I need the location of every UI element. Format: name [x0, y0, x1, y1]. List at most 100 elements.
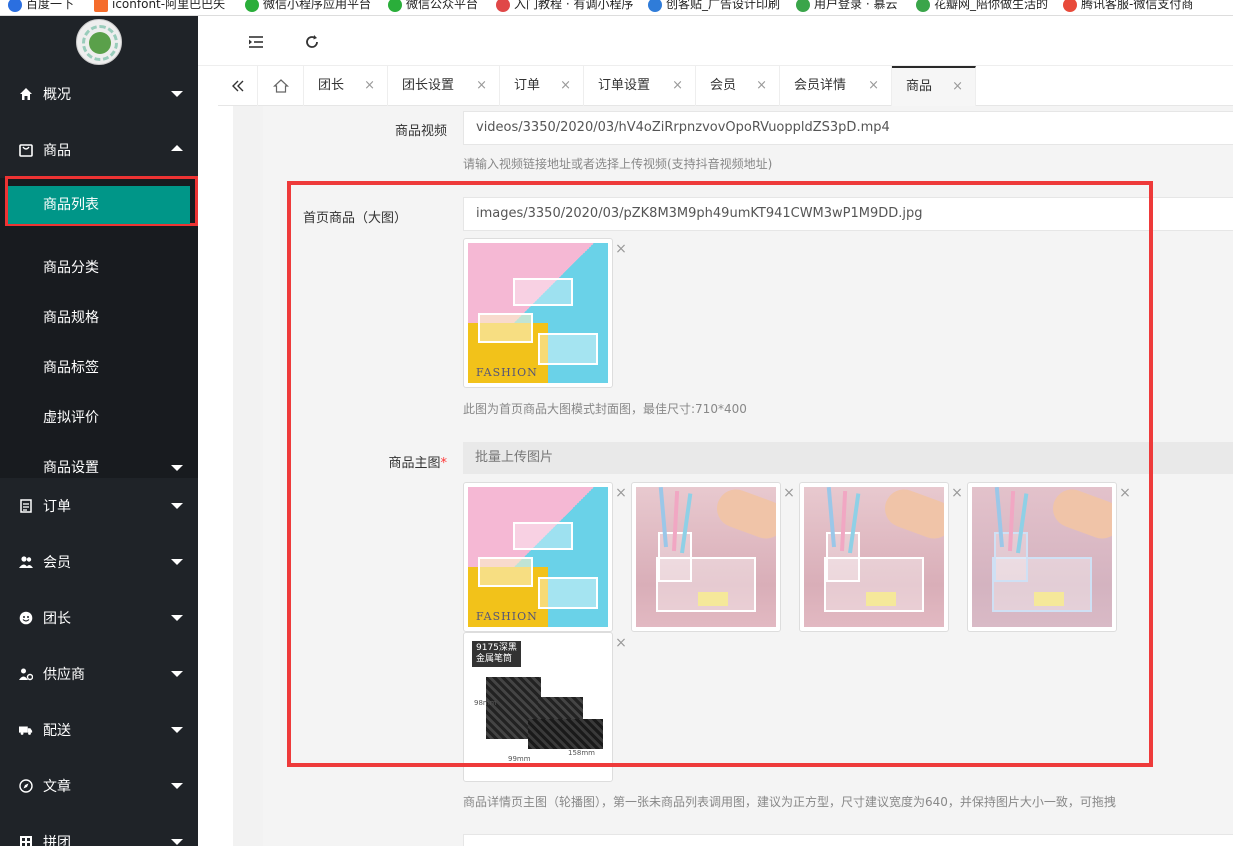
chevron-down-icon — [171, 559, 183, 565]
cover-url-input[interactable]: images/3350/2020/03/pZK8M3M9ph49umKT941C… — [463, 197, 1233, 231]
dimension-label: 98mm — [474, 699, 497, 707]
goods-icon — [19, 143, 33, 157]
content-area: 商品视频 videos/3350/2020/03/hV4oZiRrpnzvovO… — [233, 106, 1233, 846]
cover-image-thumb[interactable]: FASHION — [463, 238, 613, 388]
image-text: FASHION — [476, 366, 538, 379]
remove-image-icon[interactable]: × — [615, 636, 627, 650]
home-tab-icon[interactable] — [258, 66, 304, 106]
remove-image-icon[interactable]: × — [951, 486, 963, 500]
logo[interactable] — [76, 19, 122, 65]
product-image — [636, 487, 776, 627]
delivery-icon — [19, 723, 33, 737]
chevron-down-icon — [171, 465, 183, 471]
menu-item-group[interactable]: 拼团 — [0, 814, 198, 846]
cover-hint: 此图为首页商品大图模式封面图，最佳尺寸:710*400 — [463, 402, 747, 416]
menu-item-goods[interactable]: 商品 — [0, 122, 198, 178]
close-icon[interactable]: × — [560, 66, 571, 106]
bookmark-item[interactable]: 微信小程序应用平台 — [245, 0, 371, 14]
bookmark-item[interactable]: iconfont-阿里巴巴矢 — [94, 0, 225, 14]
chevron-down-icon — [171, 671, 183, 677]
remove-image-icon[interactable]: × — [615, 242, 627, 256]
video-hint: 请输入视频链接地址或者选择上传视频(支持抖音视频地址) — [463, 157, 773, 171]
remove-image-icon[interactable]: × — [615, 486, 627, 500]
menu-label: 商品 — [43, 143, 71, 159]
chevron-up-icon — [171, 145, 183, 151]
goods-form: 商品视频 videos/3350/2020/03/hV4oZiRrpnzvovO… — [263, 106, 1233, 846]
close-icon[interactable]: × — [476, 66, 487, 106]
menu-item-delivery[interactable]: 配送 — [0, 702, 198, 758]
submenu-virtual-review[interactable]: 虚拟评价 — [0, 393, 198, 443]
bookmark-item[interactable]: 腾讯客服-微信支付商 — [1063, 0, 1193, 14]
tab-member[interactable]: 会员 × — [696, 66, 780, 106]
refresh-icon[interactable] — [302, 32, 322, 52]
main-image-thumb[interactable] — [799, 482, 949, 632]
tab-order-settings[interactable]: 订单设置 × — [584, 66, 696, 106]
bookmark-item[interactable]: 用户登录 · 慕云 — [796, 0, 897, 14]
submenu-goods-spec[interactable]: 商品规格 — [0, 293, 198, 343]
remove-image-icon[interactable]: × — [1119, 486, 1131, 500]
menu-item-supplier[interactable]: 供应商 — [0, 646, 198, 702]
dimension-label: 99mm — [508, 755, 531, 763]
bookmark-item[interactable]: 花瓣网_陪你做生活的 — [916, 0, 1048, 14]
home-icon — [19, 87, 33, 101]
member-icon — [19, 555, 33, 569]
main-image-hint: 商品详情页主图（轮播图），第一张未商品列表调用图，建议为正方型，尺寸建议宽度为6… — [463, 795, 1116, 809]
chevron-down-icon — [171, 783, 183, 789]
dimension-label: 158mm — [568, 749, 595, 757]
tab-leader[interactable]: 团长 × — [304, 66, 388, 106]
main-image-label: 商品主图* — [388, 456, 448, 471]
menu-label: 团长 — [43, 611, 71, 627]
submenu-goods-list[interactable]: 商品列表 — [8, 186, 190, 224]
menu-item-overview[interactable]: 概况 — [0, 66, 198, 122]
top-bar — [198, 16, 1233, 66]
tab-leader-settings[interactable]: 团长设置 × — [388, 66, 500, 106]
close-icon[interactable]: × — [756, 66, 767, 106]
menu-item-member[interactable]: 会员 — [0, 534, 198, 590]
main-image-thumb[interactable]: 9175深黑 金属笔筒 98mm 99mm 158mm — [463, 632, 613, 782]
menu-label: 供应商 — [43, 667, 85, 683]
image-tag: 9175深黑 金属笔筒 — [472, 641, 521, 667]
chevron-down-icon — [171, 727, 183, 733]
logo-area — [0, 16, 198, 68]
product-image — [972, 487, 1112, 627]
leader-icon — [19, 611, 33, 625]
bookmark-item[interactable]: 创客贴_广告设计印刷 — [648, 0, 780, 14]
close-icon[interactable]: × — [364, 66, 375, 106]
menu-item-article[interactable]: 文章 — [0, 758, 198, 814]
chevron-down-icon — [171, 503, 183, 509]
close-icon[interactable]: × — [672, 66, 683, 106]
close-icon[interactable]: × — [952, 68, 963, 106]
remove-image-icon[interactable]: × — [783, 486, 795, 500]
bookmark-item[interactable]: 百度一下 — [8, 0, 74, 14]
menu-label: 会员 — [43, 555, 71, 571]
chevron-down-icon — [171, 615, 183, 621]
submenu-goods-category[interactable]: 商品分类 — [0, 243, 198, 293]
main-image-thumb[interactable] — [967, 482, 1117, 632]
tab-member-detail[interactable]: 会员详情 × — [780, 66, 892, 106]
menu-label: 配送 — [43, 723, 71, 739]
main-image-thumb[interactable]: FASHION — [463, 482, 613, 632]
bookmark-item[interactable]: 入门教程 · 有调小程序 — [496, 0, 633, 14]
menu-fold-icon[interactable] — [246, 32, 266, 52]
tabs-scroll-left-icon[interactable] — [218, 66, 258, 106]
main-image-thumb[interactable] — [631, 482, 781, 632]
tab-order[interactable]: 订单 × — [500, 66, 584, 106]
required-mark: * — [440, 456, 448, 471]
submenu-goods-tag[interactable]: 商品标签 — [0, 343, 198, 393]
menu-item-leader[interactable]: 团长 — [0, 590, 198, 646]
supplier-icon — [19, 667, 33, 681]
tab-goods[interactable]: 商品 × — [892, 66, 976, 106]
group-icon — [19, 835, 33, 846]
bookmark-item[interactable]: 微信公众平台 — [388, 0, 478, 14]
close-icon[interactable]: × — [868, 66, 879, 106]
menu-item-order[interactable]: 订单 — [0, 478, 198, 534]
menu-label: 拼团 — [43, 835, 71, 846]
next-field-input[interactable] — [463, 834, 1233, 846]
batch-upload-button[interactable]: 批量上传图片 — [463, 442, 1233, 474]
chevron-down-icon — [171, 91, 183, 97]
product-image: 9175深黑 金属笔筒 98mm 99mm 158mm — [468, 637, 608, 777]
image-text: FASHION — [476, 610, 538, 623]
chevron-down-icon — [171, 839, 183, 845]
video-url-input[interactable]: videos/3350/2020/03/hV4oZiRrpnzvovOpoRVu… — [463, 111, 1233, 145]
bookmarks-bar: 百度一下 iconfont-阿里巴巴矢 微信小程序应用平台 微信公众平台 入门教… — [0, 0, 1233, 16]
